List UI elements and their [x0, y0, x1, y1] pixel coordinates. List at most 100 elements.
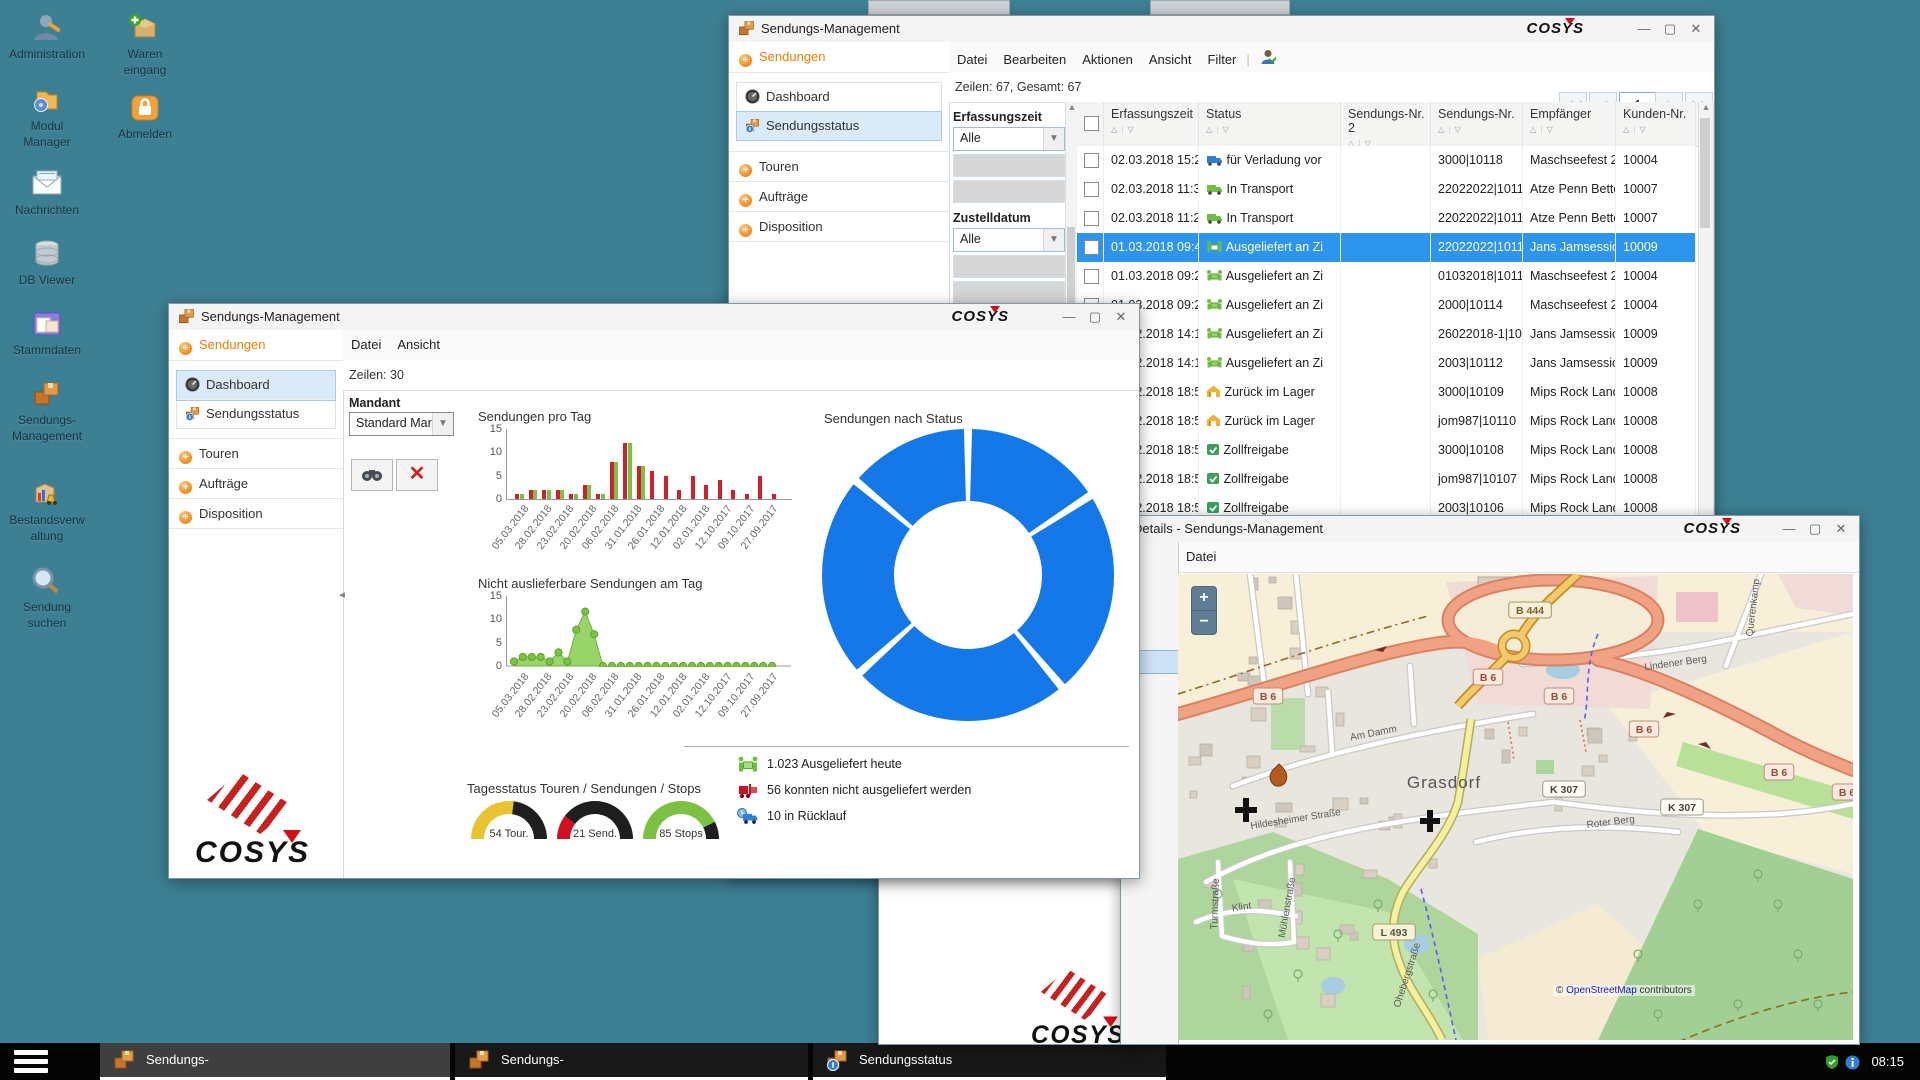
row-checkbox[interactable]: [1084, 182, 1099, 197]
column-header[interactable]: Kunden-Nr.△ | ▽: [1616, 102, 1696, 146]
desktop-icon-sendung-suchen[interactable]: Sendungsuchen: [1, 565, 93, 630]
row-checkbox[interactable]: [1084, 269, 1099, 284]
row-checkbox[interactable]: [1084, 153, 1099, 168]
taskbar-task-2[interactable]: Sendungs-: [455, 1043, 808, 1080]
desktop-icon-modul-manager[interactable]: ModulManager: [1, 84, 93, 149]
sidebar-group-disposition[interactable]: +Disposition: [729, 212, 949, 242]
sidebar-root-sendungen[interactable]: +Sendungen: [169, 330, 343, 361]
table-row[interactable]: 02.03.2018 11:26 In Transport22022022|10…: [1077, 204, 1696, 234]
desktop-icon-sendungs-management[interactable]: Sendungs-Management: [1, 378, 93, 443]
sidebar-group-aufträge[interactable]: +Aufträge: [169, 469, 343, 499]
map-attribution[interactable]: © OpenStreetMap contributors: [1553, 985, 1695, 996]
table-cell: 3000|10109: [1431, 378, 1523, 407]
menu-item-datei[interactable]: Datei: [351, 337, 381, 352]
sidebar-item-sendungsstatus[interactable]: Sendungsstatus: [177, 400, 335, 428]
table-row[interactable]: 26.02.2018 14:18 Ausgeliefert an Zi26022…: [1077, 320, 1696, 350]
minimize-button[interactable]: —: [1632, 19, 1656, 39]
desktop-icon-nachrichten[interactable]: Nachrichten: [1, 168, 93, 217]
filter-date-to[interactable]: [953, 281, 1065, 304]
openstreetmap-link[interactable]: OpenStreetMap: [1566, 985, 1637, 996]
sidebar-item-sendungsstatus[interactable]: Sendungsstatus: [737, 112, 941, 140]
rows-info: Zeilen: 67, Gesamt: 67: [955, 80, 1081, 94]
user-icon[interactable]: [1260, 49, 1276, 67]
sidebar-item-dashboard[interactable]: Dashboard: [737, 83, 941, 112]
column-header[interactable]: Status△ | ▽: [1199, 102, 1341, 146]
filter-date-from[interactable]: [953, 154, 1065, 177]
menu-item-filter[interactable]: Filter: [1207, 52, 1236, 67]
table-row[interactable]: 02.03.2018 15:28 für Verladung vor3000|1…: [1077, 146, 1696, 176]
row-checkbox[interactable]: [1084, 240, 1099, 255]
start-menu-button[interactable]: [14, 1050, 60, 1074]
table-row[interactable]: 22.02.2018 18:55 Zurück im Lager3000|101…: [1077, 378, 1696, 408]
filter-select-zustelldatum[interactable]: Alle▼: [953, 228, 1065, 252]
column-header[interactable]: Empfänger△ | ▽: [1523, 102, 1616, 146]
menu-item-bearbeiten[interactable]: Bearbeiten: [1003, 52, 1066, 67]
mandant-select[interactable]: Standard Mar▼: [349, 412, 454, 436]
table-row[interactable]: 01.03.2018 09:23 Ausgeliefert an Zi2000|…: [1077, 291, 1696, 321]
info-icon[interactable]: [1845, 1055, 1860, 1070]
menu-item-ansicht[interactable]: Ansicht: [1149, 52, 1192, 67]
sort-icons[interactable]: △ | ▽: [1623, 125, 1695, 134]
maximize-button[interactable]: ▢: [1083, 307, 1107, 327]
table-row[interactable]: 01.03.2018 09:24 Ausgeliefert an Zi01032…: [1077, 262, 1696, 292]
desktop-icon-abmelden[interactable]: Abmelden: [99, 92, 191, 141]
sidebar-group-touren[interactable]: +Touren: [169, 438, 343, 469]
table-row[interactable]: 02.03.2018 11:34 In Transport22022022|10…: [1077, 175, 1696, 205]
table-row[interactable]: 01.03.2018 09:47 Ausgeliefert an Zi22022…: [1077, 233, 1696, 263]
close-button[interactable]: ✕: [1684, 19, 1708, 39]
table-row[interactable]: 22.02.2018 18:50 Zollfreigabejom987|1010…: [1077, 465, 1696, 495]
map-zoom-in-button[interactable]: +: [1191, 586, 1217, 611]
sort-icons[interactable]: △ | ▽: [1111, 125, 1198, 134]
table-row[interactable]: 22.02.2018 18:54 Zurück im Lagerjom987|1…: [1077, 407, 1696, 437]
select-all-checkbox[interactable]: [1084, 116, 1099, 131]
table-row[interactable]: 22.02.2018 18:50 Zollfreigabe3000|10108M…: [1077, 436, 1696, 466]
taskbar-task-1[interactable]: Sendungs-: [100, 1043, 450, 1080]
clock[interactable]: 08:15: [1871, 1054, 1904, 1069]
desktop-icon-bestandsverwaltung[interactable]: Bestandsverwaltung: [1, 478, 93, 543]
filter-date-to[interactable]: [953, 180, 1065, 203]
map-canvas[interactable]: Lindener BergQuerenkampAm DammGrasdorfHi…: [1178, 574, 1855, 1042]
minimize-button[interactable]: —: [1057, 307, 1081, 327]
menu-item-ansicht[interactable]: Ansicht: [397, 337, 440, 352]
sort-icons[interactable]: △ | ▽: [1206, 125, 1340, 134]
sidebar-item-dashboard[interactable]: Dashboard: [177, 371, 335, 400]
title-bar[interactable]: Details - Sendungs-Management COSYS — ▢ …: [1121, 516, 1859, 543]
column-header[interactable]: Sendungs-Nr. 2△ | ▽: [1341, 102, 1431, 146]
sort-icons[interactable]: △ | ▽: [1530, 125, 1615, 134]
sidebar-group-touren[interactable]: +Touren: [729, 151, 949, 182]
maximize-button[interactable]: ▢: [1803, 519, 1827, 539]
sidebar-group-disposition[interactable]: +Disposition: [169, 499, 343, 529]
sidebar-root-sendungen[interactable]: +Sendungen: [729, 42, 949, 73]
maximize-button[interactable]: ▢: [1658, 19, 1682, 39]
row-checkbox[interactable]: [1084, 211, 1099, 226]
table-row[interactable]: 26.02.2018 14:18 Ausgeliefert an Zi2003|…: [1077, 349, 1696, 379]
desktop-icon-stammdaten[interactable]: Stammdaten: [1, 308, 93, 357]
scrollbar-thumb[interactable]: [1700, 118, 1710, 228]
search-button[interactable]: [351, 459, 393, 491]
filter-select-erfassungszeit[interactable]: Alle▼: [953, 127, 1065, 151]
column-header[interactable]: Erfassungszeit△ | ▽: [1104, 102, 1199, 146]
sort-icons[interactable]: △ | ▽: [1438, 125, 1522, 134]
sidebar-group-aufträge[interactable]: +Aufträge: [729, 182, 949, 212]
map-zoom-out-button[interactable]: −: [1191, 610, 1217, 635]
clear-button[interactable]: ✕: [396, 459, 438, 491]
desktop-icon-waren-eingang[interactable]: Wareneingang: [99, 12, 191, 77]
title-bar[interactable]: Sendungs-Management COSYS — ▢ ✕: [169, 304, 1139, 331]
close-button[interactable]: ✕: [1829, 519, 1853, 539]
menu-item-datei[interactable]: Datei: [957, 52, 987, 67]
filter-date-from[interactable]: [953, 255, 1065, 278]
menu-item-aktionen[interactable]: Aktionen: [1082, 52, 1133, 67]
desktop-icon-db-viewer[interactable]: DB Viewer: [1, 238, 93, 287]
column-header[interactable]: Sendungs-Nr. △ | ▽: [1431, 102, 1523, 146]
shield-icon[interactable]: [1824, 1054, 1840, 1070]
menu-item-datei[interactable]: Datei: [1186, 549, 1216, 564]
title-bar[interactable]: Sendungs-Management COSYS — ▢ ✕: [729, 16, 1714, 43]
minimize-button[interactable]: —: [1777, 519, 1801, 539]
sidebar-collapse-icon[interactable]: ◄: [337, 590, 347, 601]
y-tick: 5: [478, 470, 502, 482]
column-label: Sendungs-Nr.: [1438, 107, 1522, 121]
close-button[interactable]: ✕: [1109, 307, 1133, 327]
table-cell: [1077, 262, 1104, 291]
desktop-icon-administration[interactable]: Administration: [1, 12, 93, 61]
openstreetmap-view[interactable]: Lindener BergQuerenkampAm DammGrasdorfHi…: [1178, 574, 1853, 1040]
